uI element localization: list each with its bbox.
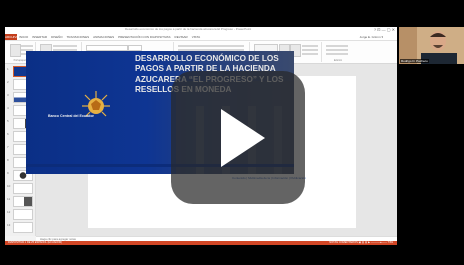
play-icon xyxy=(221,109,265,167)
slide-thumbnail[interactable] xyxy=(13,209,33,220)
thumb-number: 5 xyxy=(7,119,9,123)
shape-outline-button[interactable] xyxy=(302,49,318,51)
logo-caption: Banco Central del Ecuador xyxy=(48,114,94,118)
title-bar: Desarrollo económico de los pagos a part… xyxy=(5,27,397,34)
tab-vista[interactable]: VISTA xyxy=(192,34,200,40)
window-title: Desarrollo económico de los pagos a part… xyxy=(125,27,252,31)
tab-inicio[interactable]: INICIO xyxy=(19,34,28,40)
thumb-number: 1 xyxy=(7,67,9,71)
slide-thumbnail[interactable] xyxy=(13,222,33,233)
thumb-number: 4 xyxy=(7,106,9,110)
shape-effects-button[interactable] xyxy=(302,53,318,55)
tab-animaciones[interactable]: ANIMACIONES xyxy=(93,34,114,40)
shape-fill-button[interactable] xyxy=(302,45,318,47)
bce-logo-icon xyxy=(82,91,110,117)
tab-diseno[interactable]: DISEÑO xyxy=(51,34,63,40)
ribbon-tab-bar: ARCHIVO INICIO INSERTAR DISEÑO TRANSICIO… xyxy=(5,34,397,41)
cut-button[interactable] xyxy=(21,45,33,47)
layout-button[interactable] xyxy=(53,45,77,47)
thumb-number: 6 xyxy=(7,132,9,136)
window-controls[interactable]: ? ⊡ — ▢ ✕ xyxy=(374,27,395,32)
webcam-feed: Rodrigo D. Pacheco xyxy=(399,27,464,64)
thumb-number: 2 xyxy=(7,80,9,84)
select-button[interactable] xyxy=(326,53,348,55)
tab-revisar[interactable]: REVISAR xyxy=(175,34,188,40)
tab-transiciones[interactable]: TRANSICIONES xyxy=(67,34,90,40)
group-label: Edición xyxy=(333,59,343,62)
tab-insertar[interactable]: INSERTAR xyxy=(32,34,47,40)
thumb-number: 10 xyxy=(7,184,11,188)
status-bar: DIAPOSITIVA 1 DE 25 ESPAÑOL (ECUADOR) NO… xyxy=(5,241,397,245)
tab-presentacion[interactable]: PRESENTACIÓN CON DIAPOSITIVAS xyxy=(118,34,170,40)
group-edicion: Edición xyxy=(323,42,353,62)
thumb-number: 3 xyxy=(7,93,9,97)
thumb-number: 9 xyxy=(7,171,9,175)
slide-thumbnail[interactable] xyxy=(13,183,33,194)
play-button[interactable] xyxy=(171,71,305,204)
list-buttons[interactable] xyxy=(178,45,244,47)
find-button[interactable] xyxy=(326,45,348,47)
thumb-number: 12 xyxy=(7,210,11,214)
thumb-number: 13 xyxy=(7,223,11,227)
status-left: DIAPOSITIVA 1 DE 25 ESPAÑOL (ECUADOR) xyxy=(8,241,63,244)
status-right[interactable]: NOTAS COMENTARIOS ▣ ▥ ▤ ▶ ─────●─── 74% xyxy=(329,241,393,245)
replace-button[interactable] xyxy=(326,49,348,51)
paste-button[interactable] xyxy=(10,44,21,57)
ribbon-tabs: INICIO INSERTAR DISEÑO TRANSICIONES ANIM… xyxy=(19,34,200,40)
thumb-number: 8 xyxy=(7,158,9,162)
thumb-number: 11 xyxy=(7,197,11,201)
thumb-number: 7 xyxy=(7,145,9,149)
tab-archivo[interactable]: ARCHIVO xyxy=(5,34,19,40)
user-account[interactable]: Jorge E. Grimm ▾ xyxy=(360,34,383,40)
slide-thumbnail[interactable] xyxy=(13,196,33,207)
participant-name: Rodrigo D. Pacheco xyxy=(400,59,429,63)
